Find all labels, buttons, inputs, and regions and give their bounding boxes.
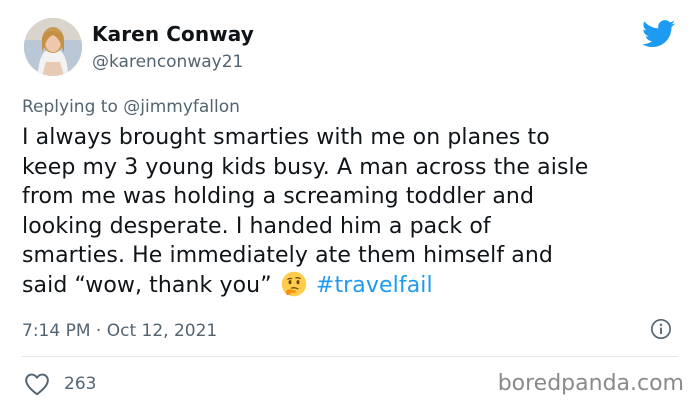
author-name[interactable]: Karen Conway: [92, 22, 254, 46]
tweet-line: I always brought smarties with me on pla…: [22, 125, 550, 150]
thinking-face-icon: [281, 271, 307, 296]
like-count: 263: [64, 374, 97, 394]
reply-mention-link[interactable]: @jimmyfallon: [123, 97, 240, 117]
tweet-line: said “wow, thank you”: [22, 272, 272, 298]
heart-icon[interactable]: [24, 372, 50, 396]
tweet-text: I always brought smarties with me on pla…: [22, 123, 682, 300]
author-handle[interactable]: @karenconway21: [92, 52, 243, 72]
watermark: boredpanda.com: [497, 371, 684, 396]
timestamp[interactable]: 7:14 PM · Oct 12, 2021: [22, 321, 217, 341]
tweet-line: smarties. He immediately ate them himsel…: [22, 243, 553, 268]
meta-separator: ·: [95, 321, 102, 341]
tweet-last-line: said “wow, thank you” #travelfail: [22, 271, 682, 301]
replying-prefix: Replying to: [22, 97, 118, 117]
divider: [22, 356, 678, 357]
twitter-bird-icon[interactable]: [642, 20, 676, 48]
replying-to: Replying to @jimmyfallon: [22, 97, 240, 117]
avatar-image: [24, 18, 82, 76]
tweet-line: looking desperate. I handed him a pack o…: [22, 213, 491, 239]
tweet-line: keep my 3 young kids busy. A man across …: [22, 154, 589, 180]
hashtag-link[interactable]: #travelfail: [316, 273, 433, 298]
info-icon[interactable]: [650, 318, 672, 340]
avatar[interactable]: [24, 18, 82, 76]
tweet-line: from me was holding a screaming toddler …: [22, 184, 535, 209]
tweet-date: Oct 12, 2021: [106, 321, 218, 341]
tweet-time: 7:14 PM: [22, 321, 91, 341]
